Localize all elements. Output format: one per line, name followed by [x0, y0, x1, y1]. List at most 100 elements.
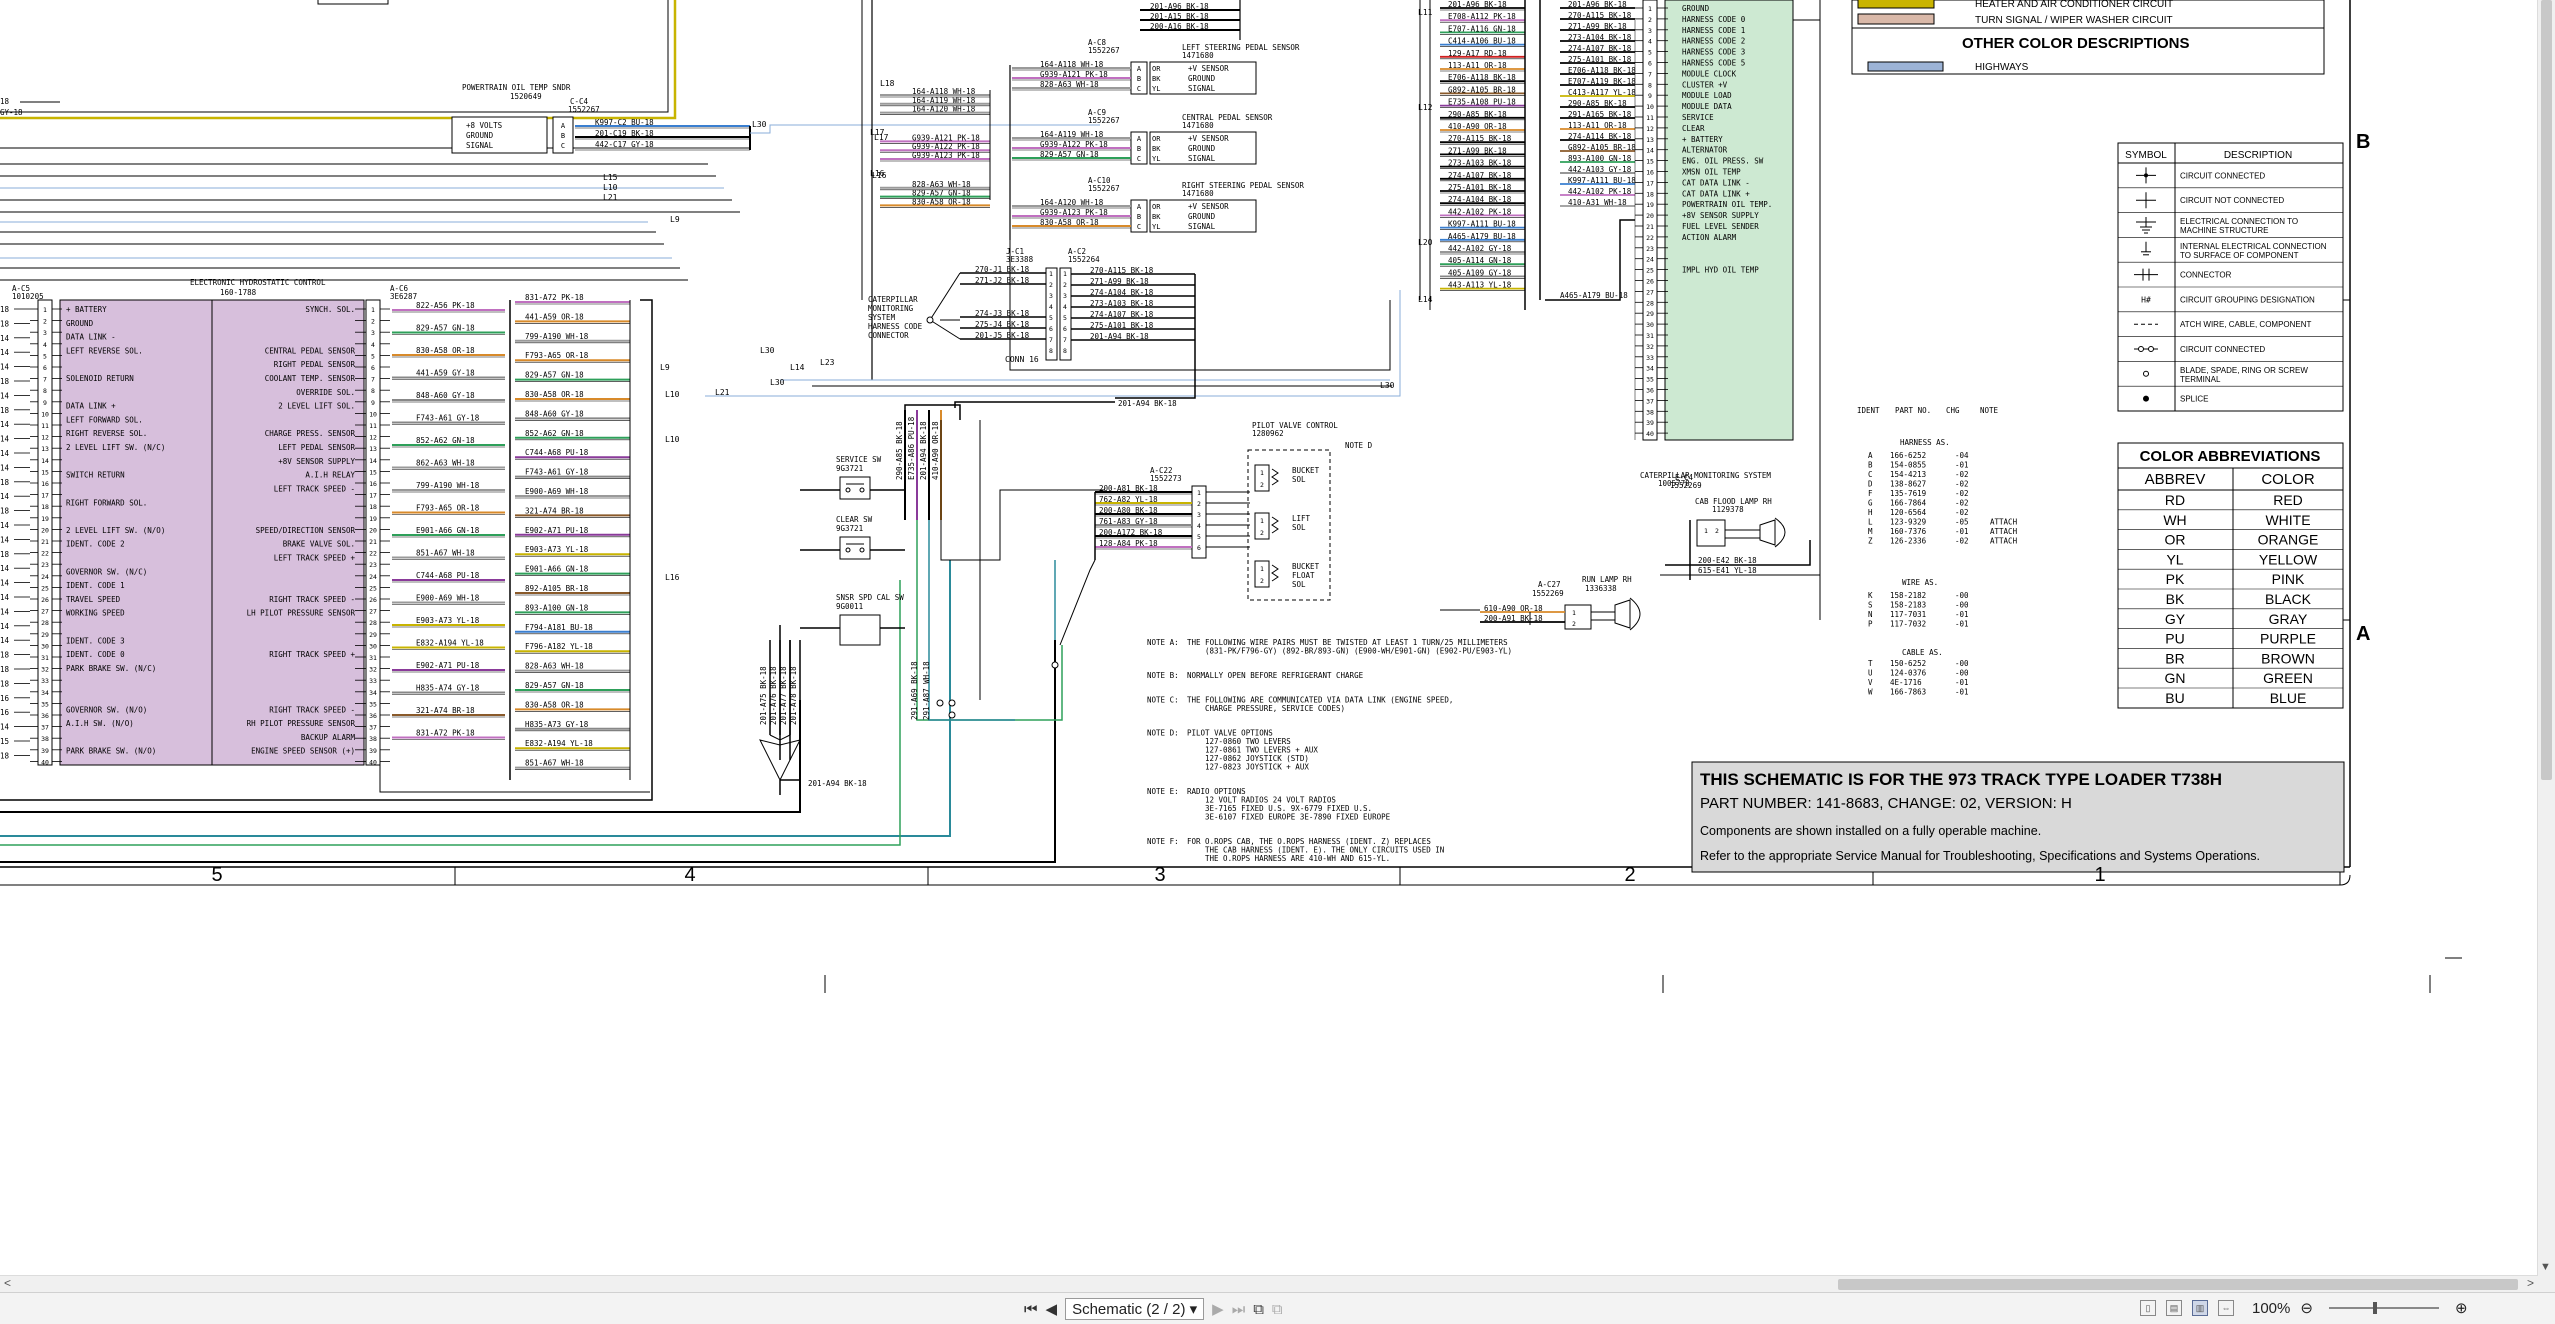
- wire-label: 291-A87 WH-18: [922, 661, 931, 720]
- highway-label: L30: [1380, 381, 1395, 390]
- switch-part: 9G3721: [836, 464, 863, 473]
- left-edge-number: 16: [0, 708, 10, 717]
- wire-label: 410-A31 WH-18: [1568, 198, 1627, 207]
- next-page-icon[interactable]: ▶: [1212, 1300, 1224, 1318]
- title-block-note: Refer to the appropriate Service Manual …: [1700, 849, 2260, 863]
- cms-pin-label: CLEAR: [1682, 124, 1705, 133]
- color-swatch: [1857, 0, 1935, 9]
- pin-number: 3: [371, 329, 375, 337]
- highway-label: L17: [874, 133, 889, 142]
- table-cell: -02: [1955, 537, 1969, 546]
- pin-number: 10: [1646, 103, 1654, 111]
- sensor-pin-label: +V SENSOR: [1188, 64, 1229, 73]
- pin-number: 16: [369, 480, 377, 488]
- wire-label: E706-A118 BK-18: [1568, 66, 1636, 75]
- export-page-icon[interactable]: ⧉: [1272, 1301, 1283, 1318]
- first-page-icon[interactable]: ⏮: [1024, 1301, 1038, 1318]
- wire-label: 828-A63 WH-18: [912, 180, 971, 189]
- schematic-sheet: H# 5 4 3 2 1BA18GY-18ELECTRONIC HYDROSTATIC …: [0, 0, 2462, 993]
- wire-label: 271-A99 BK-18: [1568, 22, 1627, 31]
- sensor-pin-label: SIGNAL: [1188, 154, 1216, 163]
- pin-number: 18: [41, 503, 49, 511]
- pin-number: 21: [41, 538, 49, 546]
- terminal-icon: [948, 711, 956, 719]
- pilot-part: 1280962: [1252, 429, 1284, 438]
- wire-label: G939-A121 PK-18: [912, 133, 980, 142]
- pin-color: OR: [1152, 65, 1161, 73]
- wire-label: 290-A85 BK-18: [1568, 99, 1627, 108]
- pin-number: 7: [1648, 70, 1652, 78]
- switch-body: [839, 536, 871, 560]
- fit-page-icon[interactable]: ⇔: [2218, 1300, 2234, 1316]
- abbrev-color: BLACK: [2265, 591, 2312, 607]
- abbrev-color: BROWN: [2261, 650, 2315, 666]
- pin-number: 4: [1648, 38, 1652, 46]
- scroll-right-icon[interactable]: >: [2527, 1276, 2534, 1290]
- zoom-in-icon[interactable]: ⊕: [2455, 1299, 2468, 1317]
- wire-label: 799-A190 WH-18: [416, 481, 480, 490]
- vertical-scrollbar[interactable]: ▼: [2537, 0, 2555, 1275]
- pin-letter: B: [1137, 75, 1141, 83]
- pin-letter: C: [1137, 223, 1141, 231]
- wire-label: GY-18: [0, 108, 23, 117]
- terminal-icon: [926, 316, 934, 324]
- pin-number: 37: [369, 724, 377, 732]
- symbol-header: SYMBOL: [2125, 150, 2167, 161]
- zoom-slider-handle[interactable]: [2372, 1302, 2377, 1314]
- zoom-out-icon[interactable]: ⊖: [2300, 1299, 2313, 1317]
- previous-page-icon[interactable]: ◀: [1046, 1300, 1058, 1318]
- table-cell: H: [1868, 508, 1873, 517]
- page-selector[interactable]: Schematic (2 / 2) ▾: [1065, 1298, 1205, 1320]
- table-cell: -01: [1955, 678, 1969, 687]
- table-cell: -02: [1955, 480, 1969, 489]
- ehc-pin-label: IDENT. CODE 2: [66, 540, 125, 549]
- ehc-pin-label: BACKUP ALARM: [301, 733, 356, 742]
- pin-number: 24: [369, 573, 377, 581]
- cms-pin-label: GROUND: [1682, 4, 1710, 13]
- wire-label: 128-A84 PK-18: [1099, 539, 1158, 548]
- scroll-down-icon[interactable]: ▼: [2540, 1261, 2551, 1273]
- sensor-pin-label: +V SENSOR: [1188, 202, 1229, 211]
- two-page-view-icon[interactable]: ▥: [2192, 1300, 2208, 1316]
- pin-number: 12: [41, 434, 49, 442]
- pin-number: 35: [1646, 376, 1654, 384]
- wire-label: 410-A90 OR-18: [1448, 122, 1507, 131]
- wire-label: 113-A11 OR-18: [1448, 61, 1507, 70]
- copy-page-icon[interactable]: ⧉: [1253, 1301, 1264, 1318]
- continuous-view-icon[interactable]: ▤: [2166, 1300, 2182, 1316]
- wire-label: 830-A58 OR-18: [525, 390, 584, 399]
- pin-number: 2: [1063, 281, 1067, 289]
- pilot-note: NOTE D: [1345, 441, 1373, 450]
- pin-number: 39: [369, 747, 377, 755]
- conn-part: 1552273: [1150, 474, 1182, 483]
- left-edge-number: 16: [0, 694, 10, 703]
- pin-number: 8: [371, 387, 375, 395]
- vertical-scroll-thumb[interactable]: [2541, 0, 2552, 780]
- pin-number: 36: [369, 712, 377, 720]
- wire-label: 273-A103 BK-18: [1448, 159, 1512, 168]
- switch-part: 9G3721: [836, 524, 863, 533]
- wire-label: 274-A104 BK-18: [1090, 288, 1154, 297]
- pin-number: 13: [41, 445, 49, 453]
- horizontal-scroll-thumb[interactable]: [1838, 1279, 2518, 1290]
- title-block-part: PART NUMBER: 141-8683, CHANGE: 02, VERSI…: [1700, 795, 2072, 812]
- abbrev-code: YL: [2166, 551, 2183, 567]
- zoom-slider[interactable]: [2328, 1302, 2439, 1314]
- wire-label: 830-A58 OR-18: [416, 346, 475, 355]
- pin-number: 14: [41, 457, 49, 465]
- wire-label: 274-A107 BK-18: [1090, 310, 1154, 319]
- pin-number: 5: [371, 352, 375, 360]
- last-page-icon[interactable]: ⏭: [1232, 1301, 1246, 1318]
- abbrev-color: PURPLE: [2260, 631, 2316, 647]
- color-legend-label: HIGHWAYS: [1975, 62, 2029, 73]
- title-block-title: THIS SCHEMATIC IS FOR THE 973 TRACK TYPE…: [1700, 770, 2222, 789]
- horizontal-scrollbar[interactable]: < >: [0, 1275, 2538, 1293]
- single-page-view-icon[interactable]: ▯: [2140, 1300, 2156, 1316]
- ehc-pin-label: + BATTERY: [66, 305, 107, 314]
- scroll-left-icon[interactable]: <: [4, 1276, 11, 1290]
- grid-column-label: 2: [1624, 864, 1635, 886]
- wire-label: 201-J5 BK-18: [975, 331, 1030, 340]
- schematic-viewport[interactable]: H# 5 4 3 2 1 B A 18 GY-18 ELECTRONIC HYDROSTATIC …: [0, 0, 2538, 1275]
- ptt-part: 1520649: [510, 92, 542, 101]
- wire-label: G892-A105 BR-18: [1568, 143, 1636, 152]
